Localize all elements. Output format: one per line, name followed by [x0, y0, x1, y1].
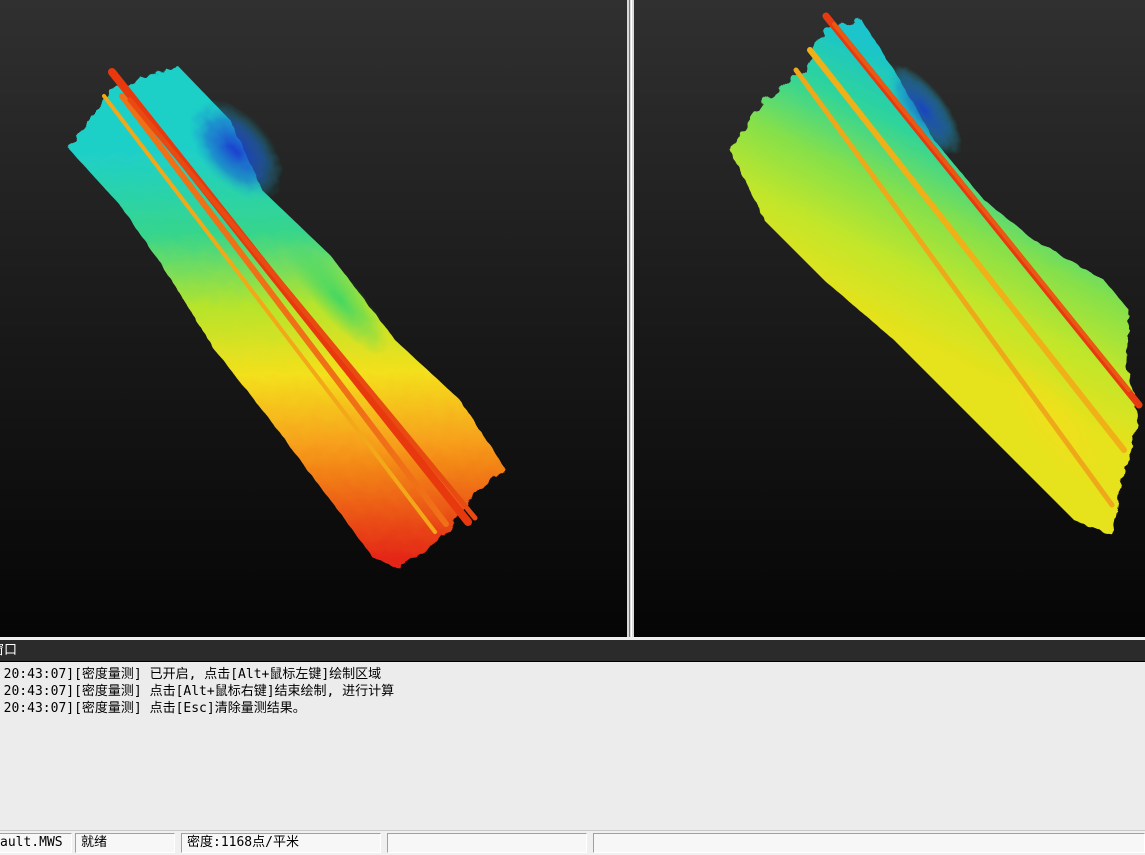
log-line: 4 20:43:07][密度量测] 点击[Esc]清除量测结果。: [0, 701, 306, 716]
output-panel-title: 窗口: [0, 640, 1145, 662]
point-cloud-view-left[interactable]: [0, 0, 627, 637]
status-state: 就绪: [75, 833, 175, 853]
log-list[interactable]: 4 20:43:07][密度量测] 已开启, 点击[Alt+鼠标左键]绘制区域 …: [0, 666, 395, 717]
output-panel-title-text: 窗口: [0, 643, 18, 658]
point-cloud-right: [730, 12, 1143, 535]
status-cell-4: [387, 833, 587, 853]
status-file: ault.MWS: [0, 833, 72, 853]
status-cell-5: [593, 833, 1145, 853]
log-line: 4 20:43:07][密度量测] 点击[Alt+鼠标右键]结束绘制, 进行计算: [0, 684, 395, 699]
point-cloud-view-right[interactable]: [634, 0, 1145, 637]
status-bar: ault.MWS 就绪 密度:1168点/平米: [0, 830, 1145, 855]
status-density: 密度:1168点/平米: [181, 833, 381, 853]
pipes-left: [102, 68, 478, 534]
point-cloud-left: [68, 66, 505, 568]
viewport-splitter[interactable]: [627, 0, 634, 637]
output-panel: 窗口 4 20:43:07][密度量测] 已开启, 点击[Alt+鼠标左键]绘制…: [0, 640, 1145, 830]
log-line: 4 20:43:07][密度量测] 已开启, 点击[Alt+鼠标左键]绘制区域: [0, 667, 382, 682]
